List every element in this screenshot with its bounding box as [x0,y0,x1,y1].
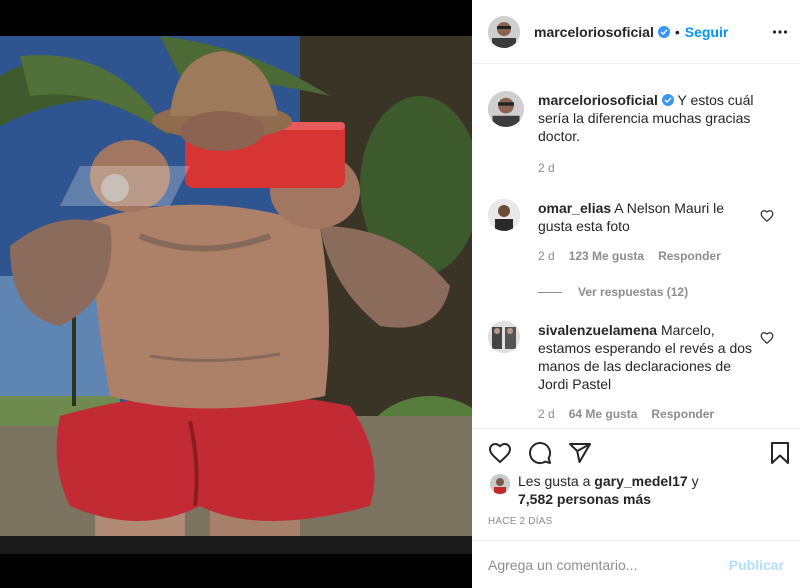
likes-connector: y [691,473,699,489]
comment-like-icon[interactable] [760,331,774,345]
view-replies-label: Ver respuestas (12) [578,285,689,299]
comment-input[interactable]: Agrega un comentario... [488,557,729,573]
commenter-avatar[interactable] [488,321,520,353]
liker-avatar[interactable] [490,474,510,494]
author-username[interactable]: marceloriosoficial [534,24,654,40]
likes-prefix: Les gusta a [518,473,591,489]
comment-time[interactable]: 2 d [538,405,555,423]
verified-badge-icon [661,94,674,106]
caption-time[interactable]: 2 d [538,159,555,177]
verified-badge-icon [657,25,670,38]
reply-button[interactable]: Responder [651,405,714,423]
comment-time[interactable]: 2 d [538,247,555,265]
add-comment-bar: Agrega un comentario... Publicar [472,540,800,588]
comment-username[interactable]: sivalenzuelamena [538,322,657,338]
comment-item: omar_elias A Nelson Mauri le gusta esta … [488,199,784,265]
reply-button[interactable]: Responder [658,247,721,265]
share-icon[interactable] [568,441,592,465]
publish-button[interactable]: Publicar [729,557,784,573]
replies-divider [538,291,562,293]
action-bar [472,428,800,478]
comment-likes[interactable]: 64 Me gusta [569,405,638,423]
comment-icon[interactable] [528,441,552,465]
likes-count-link[interactable]: 7,582 personas más [518,491,651,507]
commenter-avatar[interactable] [488,199,520,231]
post-timestamp[interactable]: HACE 2 DÍAS [488,516,552,527]
likes-summary: Les gusta a gary_medel17 y 7,582 persona… [490,472,728,508]
caption: marceloriosoficial Y estos cuál sería la… [488,91,784,177]
author-avatar[interactable] [488,15,520,48]
caption-username[interactable]: marceloriosoficial [538,92,658,108]
caption-avatar[interactable] [488,91,524,127]
comment-username[interactable]: omar_elias [538,200,611,216]
separator-dot: • [674,23,680,40]
post-header: marceloriosoficial • Seguir [472,0,800,64]
more-options-icon[interactable] [772,24,788,40]
liker-username[interactable]: gary_medel17 [594,473,687,489]
view-replies-button[interactable]: Ver respuestas (12) [538,285,784,299]
comment-likes[interactable]: 123 Me gusta [569,247,644,265]
comments-list: marceloriosoficial Y estos cuál sería la… [472,65,800,427]
instagram-post-modal: marceloriosoficial • Seguir marcelorioso… [0,0,800,588]
media-area [0,0,472,588]
post-photo[interactable] [0,36,472,554]
comment-item: sivalenzuelamena Marcelo, estamos espera… [488,321,784,423]
bookmark-icon[interactable] [768,441,792,465]
comment-like-icon[interactable] [760,209,774,223]
heart-icon[interactable] [488,441,512,465]
post-side-panel: marceloriosoficial • Seguir marcelorioso… [472,0,800,588]
follow-button[interactable]: Seguir [685,24,729,40]
